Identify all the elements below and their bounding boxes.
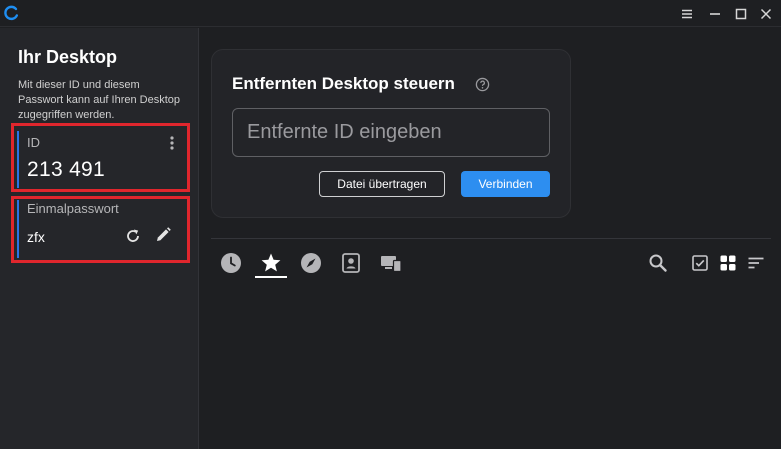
select-mode-button[interactable] (689, 252, 711, 274)
favorites-icon (261, 253, 281, 272)
discovered-icon (301, 253, 321, 273)
remote-control-title: Entfernten Desktop steuern (232, 74, 455, 93)
grid-view-button[interactable] (717, 252, 739, 274)
close-button[interactable] (756, 4, 776, 24)
password-highlight-box (11, 196, 190, 263)
minimize-icon (710, 13, 720, 15)
minimize-button[interactable] (705, 4, 725, 24)
sort-button[interactable] (745, 252, 767, 274)
menu-button[interactable] (677, 4, 697, 24)
remote-id-input[interactable] (232, 108, 550, 157)
title-bar (0, 0, 781, 27)
sort-icon (748, 257, 764, 269)
tab-favorites[interactable] (259, 251, 283, 275)
connect-button[interactable]: Verbinden (461, 171, 550, 197)
id-highlight-box (11, 123, 190, 192)
menu-icon (682, 9, 692, 19)
maximize-button[interactable] (731, 4, 751, 24)
sidebar-description: Mit dieser ID und diesem Passwort kann a… (18, 79, 181, 121)
transfer-file-button[interactable]: Datei übertragen (319, 171, 445, 197)
tab-group[interactable] (379, 251, 403, 275)
search-icon (649, 254, 667, 272)
select-checkbox-icon (692, 255, 708, 271)
section-divider (211, 238, 771, 239)
group-icon (381, 256, 402, 273)
grid-view-icon (720, 255, 736, 271)
remote-control-card: Entfernten Desktop steuern Datei übertra… (211, 49, 571, 218)
active-tab-indicator (255, 276, 287, 278)
tab-discovered[interactable] (299, 251, 323, 275)
recent-icon (221, 253, 241, 273)
sidebar-title: Ihr Desktop (18, 47, 118, 67)
maximize-icon (735, 8, 747, 20)
tab-address-book[interactable] (339, 251, 363, 275)
help-icon[interactable] (475, 77, 490, 92)
rustdesk-logo-icon (4, 5, 18, 20)
address-book-icon (342, 253, 360, 273)
close-icon (760, 8, 772, 20)
tab-recent[interactable] (219, 251, 243, 275)
search-button[interactable] (647, 252, 669, 274)
